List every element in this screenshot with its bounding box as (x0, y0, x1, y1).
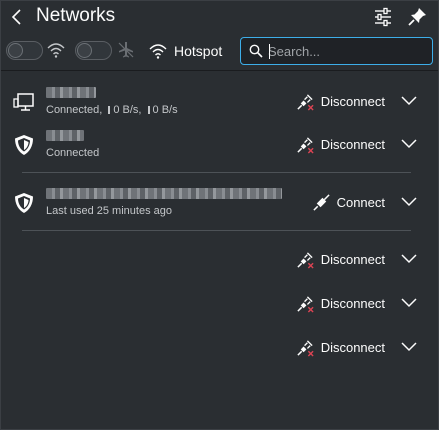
action-label: Disconnect (320, 295, 385, 311)
text-cursor (269, 44, 270, 59)
network-item[interactable]: Connected, 0 B/s, 0 B/s Disconnect (0, 84, 439, 128)
action-label: Disconnect (320, 93, 385, 109)
chevron-down-icon[interactable] (399, 136, 419, 152)
search-input[interactable] (268, 41, 428, 61)
action-label: Disconnect (320, 251, 385, 267)
action-label: Disconnect (320, 136, 385, 152)
search-box[interactable] (240, 37, 433, 65)
chevron-left-icon (11, 9, 21, 25)
wifi-hotspot-icon (149, 44, 167, 59)
chevron-down-icon[interactable] (399, 339, 419, 355)
search-icon (249, 44, 263, 58)
page-title: Networks (36, 5, 116, 26)
configure-icon (375, 7, 391, 27)
network-name-redacted (46, 188, 282, 199)
hotspot-button[interactable]: Hotspot (148, 38, 222, 64)
upload-meter-icon (147, 106, 150, 114)
connect-button[interactable]: Connect (312, 191, 385, 213)
disconnect-button[interactable]: Disconnect (296, 133, 385, 155)
download-meter-icon (108, 106, 111, 114)
vpn-shield-icon (15, 135, 33, 155)
hotspot-label: Hotspot (174, 43, 223, 59)
disconnect-button[interactable]: Disconnect (296, 90, 385, 112)
upload-speed: 0 B/s (152, 104, 178, 116)
header: Networks (0, 0, 439, 34)
network-item[interactable]: Disconnect (0, 330, 439, 374)
network-item[interactable]: Disconnect (0, 242, 439, 286)
disconnect-plug-icon (297, 136, 314, 154)
chevron-down-icon[interactable] (399, 295, 419, 311)
network-name-redacted (46, 87, 96, 98)
section-divider (22, 172, 411, 173)
disconnect-button[interactable]: Disconnect (296, 292, 385, 314)
connection-status: Connected, 0 B/s, 0 B/s (46, 104, 178, 116)
section-divider (22, 230, 411, 231)
disconnect-button[interactable]: Disconnect (296, 336, 385, 358)
chevron-down-icon[interactable] (399, 194, 419, 210)
connect-plug-icon (312, 193, 330, 211)
toolbar: Hotspot (0, 36, 439, 68)
airplane-mode-toggle[interactable] (75, 41, 112, 60)
chevron-down-icon[interactable] (399, 93, 419, 109)
disconnect-plug-icon (297, 295, 314, 313)
action-label: Connect (336, 194, 385, 210)
settings-button[interactable] (372, 6, 394, 28)
network-item[interactable]: Connected Disconnect (0, 127, 439, 171)
wifi-toggle[interactable] (6, 41, 43, 60)
disconnect-button[interactable]: Disconnect (296, 248, 385, 270)
disconnect-plug-icon (297, 339, 314, 357)
download-speed: 0 B/s, (113, 104, 142, 116)
pin-button[interactable] (406, 6, 428, 28)
action-label: Disconnect (320, 339, 385, 355)
network-item[interactable]: Disconnect (0, 286, 439, 330)
wifi-icon (47, 43, 65, 58)
status-text: Connected, (46, 104, 103, 116)
network-name-redacted (46, 130, 84, 141)
connection-status: Connected (46, 147, 100, 159)
toggle-knob (77, 43, 92, 58)
airplane-mode-icon (118, 42, 134, 58)
back-button[interactable] (8, 7, 28, 27)
disconnect-plug-icon (297, 251, 314, 269)
disconnect-plug-icon (297, 93, 314, 111)
vpn-shield-icon (15, 193, 33, 213)
network-item[interactable]: Last used 25 minutes ago Connect (0, 185, 439, 229)
connection-status: Last used 25 minutes ago (46, 205, 172, 217)
chevron-down-icon[interactable] (399, 251, 419, 267)
toggle-knob (8, 43, 23, 58)
wired-network-icon (13, 93, 34, 111)
header-divider (0, 70, 439, 71)
pin-icon (408, 8, 426, 26)
